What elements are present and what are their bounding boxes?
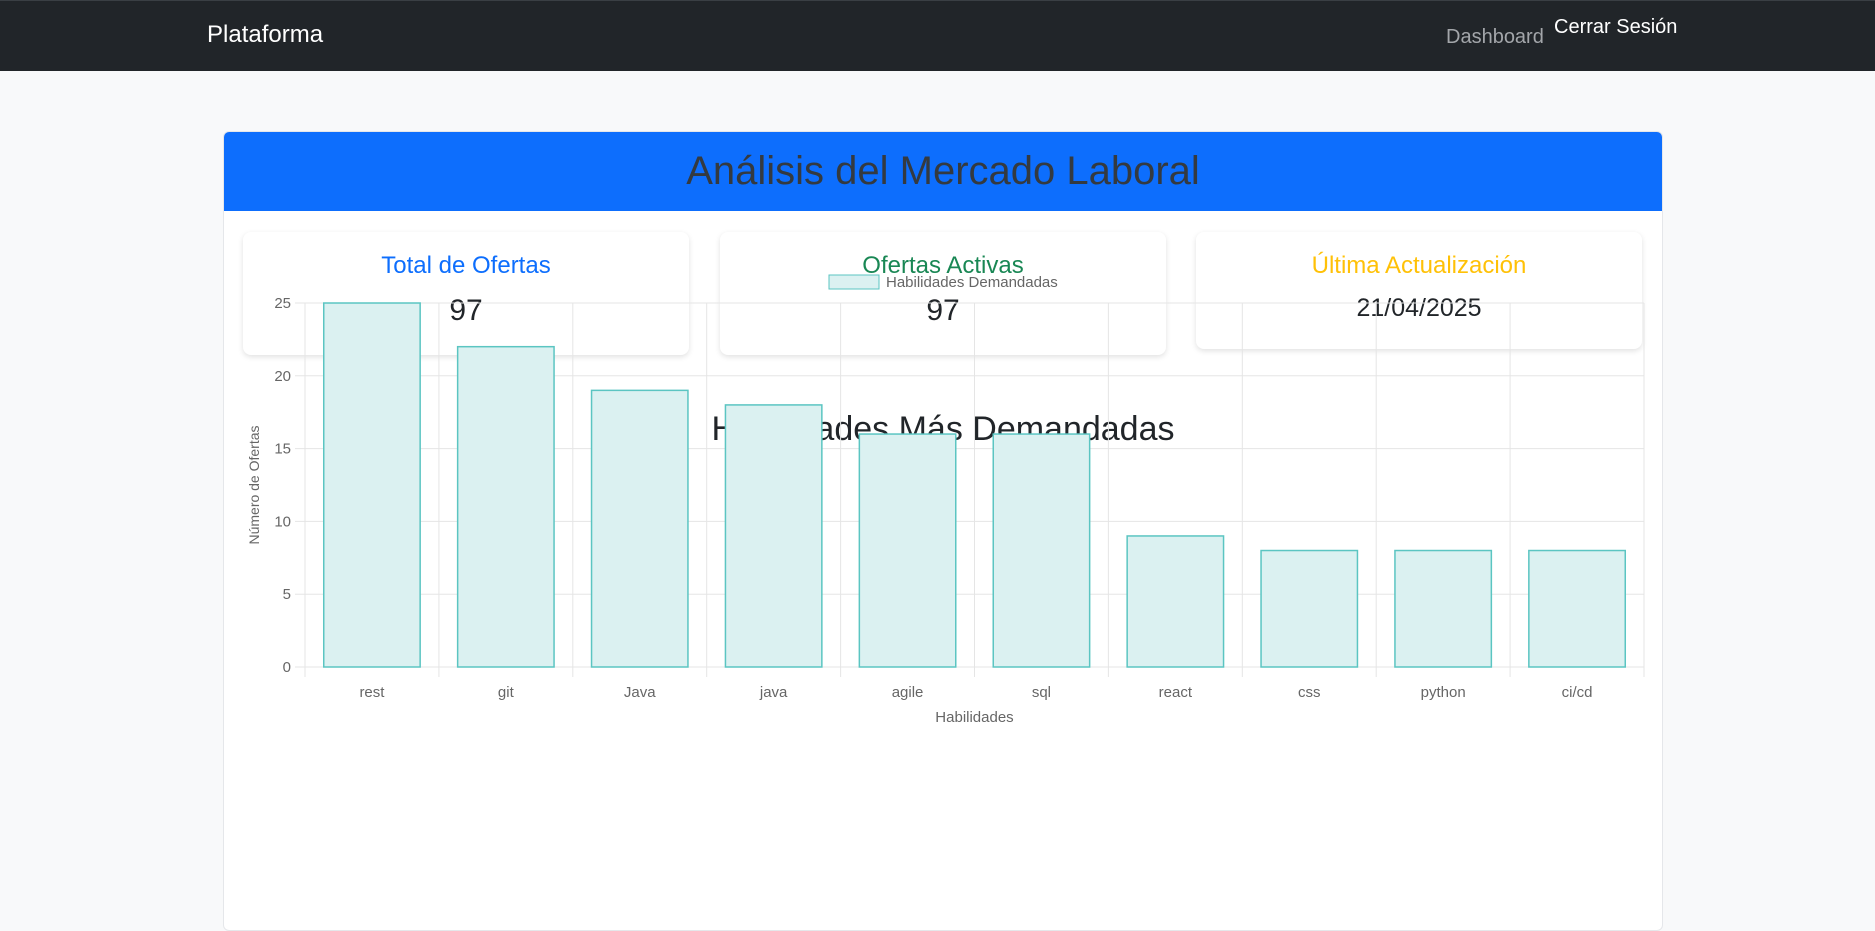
- page-title: Análisis del Mercado Laboral: [686, 149, 1200, 193]
- y-tick-label: 10: [274, 513, 291, 530]
- x-tick-label: java: [759, 684, 788, 701]
- x-tick-label: ci/cd: [1562, 684, 1593, 701]
- logout-button[interactable]: Cerrar Sesión: [1554, 16, 1677, 39]
- x-tick-label: git: [498, 684, 515, 701]
- x-tick-label: python: [1421, 684, 1466, 701]
- bar-rest: [322, 302, 421, 668]
- y-tick-label: 15: [274, 441, 291, 458]
- stat-card-updated: Última Actualización 21/04/2025: [1196, 232, 1642, 349]
- market-analysis-card: Análisis del Mercado Laboral Total de Of…: [223, 131, 1663, 931]
- nav-dashboard-link[interactable]: Dashboard: [1446, 26, 1544, 49]
- bar-java: [724, 404, 823, 668]
- bar-agile: [858, 433, 957, 668]
- x-axis-title: Habilidades: [935, 709, 1013, 726]
- stat-value-total: 97: [449, 294, 483, 327]
- legend-swatch: [828, 274, 880, 290]
- legend-label: Habilidades Demandadas: [886, 274, 1058, 291]
- bar-ci-cd: [1528, 549, 1627, 668]
- y-axis-title: Número de Ofertas: [246, 425, 262, 544]
- stat-card-total: Total de Ofertas 97: [243, 232, 689, 355]
- skills-bar-chart: Habilidades Demandadas 0 5 10 15 20 25 rest git J…: [246, 274, 1645, 726]
- x-tick-label: agile: [892, 684, 924, 701]
- x-tick-label: rest: [359, 684, 385, 701]
- x-tick-label: css: [1298, 684, 1321, 701]
- y-tick-label: 5: [283, 586, 291, 603]
- x-tick-label: sql: [1032, 684, 1051, 701]
- bar-sql: [992, 433, 1091, 668]
- navbar: Plataforma Dashboard Cerrar Sesión: [0, 0, 1875, 71]
- y-tick-label: 0: [283, 659, 291, 676]
- bar-git: [456, 345, 555, 668]
- x-tick-label: react: [1159, 684, 1193, 701]
- bar-css: [1260, 549, 1359, 668]
- card-header: Análisis del Mercado Laboral: [224, 132, 1662, 211]
- stat-label-updated: Última Actualización: [1311, 252, 1527, 279]
- bar-react: [1126, 535, 1225, 668]
- bar-python: [1394, 549, 1493, 668]
- stat-label-total: Total de Ofertas: [381, 252, 551, 279]
- y-tick-label: 20: [274, 368, 291, 385]
- stat-card-active: Ofertas Activas 97: [720, 232, 1166, 355]
- x-tick-label: Java: [624, 684, 656, 701]
- y-tick-label: 25: [274, 295, 291, 312]
- stat-value-active: 97: [926, 294, 960, 327]
- bar-java: [590, 389, 689, 668]
- brand-link[interactable]: Plataforma: [207, 21, 323, 49]
- stat-value-updated: 21/04/2025: [1356, 294, 1482, 322]
